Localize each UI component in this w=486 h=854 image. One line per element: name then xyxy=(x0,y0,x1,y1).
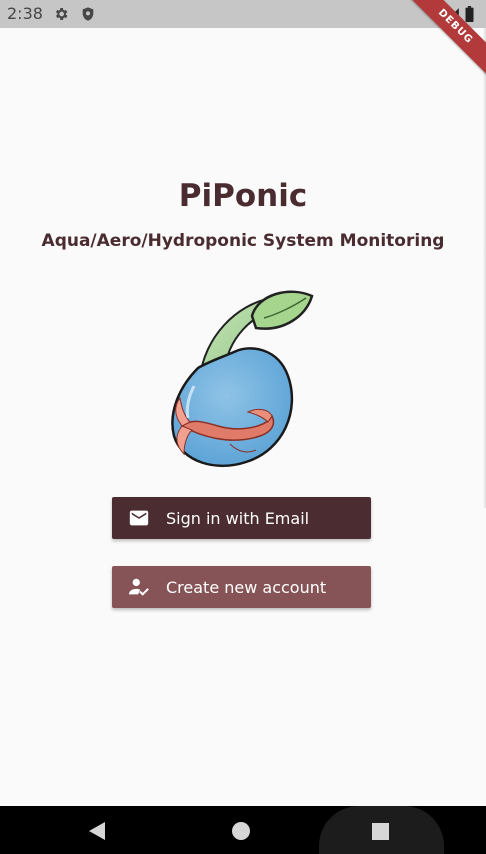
app-logo xyxy=(171,290,314,467)
create-account-label: Create new account xyxy=(166,577,327,597)
create-account-button[interactable]: Create new account xyxy=(112,566,371,608)
battery-icon xyxy=(465,6,474,22)
back-icon[interactable] xyxy=(89,822,107,840)
system-nav-bar xyxy=(0,806,486,854)
app-title: PiPonic xyxy=(178,178,308,214)
gear-icon xyxy=(55,8,68,20)
shield-icon xyxy=(82,7,94,21)
sign-in-email-label: Sign in with Email xyxy=(166,508,310,528)
status-time: 2:38 xyxy=(7,4,43,23)
home-icon[interactable] xyxy=(232,822,250,840)
mail-icon xyxy=(129,510,149,526)
recents-icon[interactable] xyxy=(372,823,389,840)
app-subtitle: Aqua/Aero/Hydroponic System Monitoring xyxy=(41,231,445,251)
status-bar: 2:38 xyxy=(0,0,486,28)
person-check-icon xyxy=(128,578,149,596)
sign-in-email-button[interactable]: Sign in with Email xyxy=(112,497,371,539)
